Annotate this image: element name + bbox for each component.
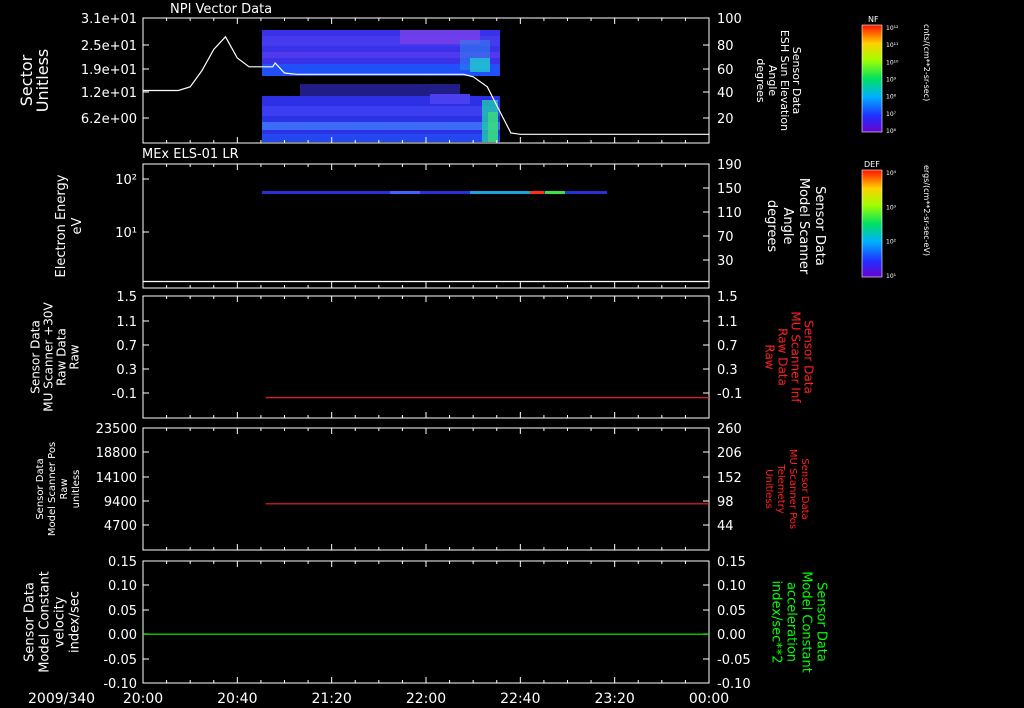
panel-2-title: MEx ELS-01 LR xyxy=(142,147,239,162)
panel-3-right-axis-label: Sensor DataMU Scanner InfRaw DataRaw xyxy=(763,311,816,403)
panel-5-right-tick-label: 0.00 xyxy=(717,628,746,643)
time-tick-label: 21:20 xyxy=(311,691,351,707)
panel-3-frame xyxy=(142,295,710,419)
panel-4-right-tick-label: 98 xyxy=(717,495,734,510)
panel-2-spectrogram xyxy=(262,191,607,194)
date-label: 2009/340 xyxy=(28,691,95,707)
panel-4-left-axis-label: Sensor DataModel Scanner PosRawunitless xyxy=(35,442,82,536)
colorbar-def-unit-label: ergs/(cm**2-sr-sec-eV) xyxy=(922,165,931,256)
time-tick-label: 00:00 xyxy=(689,691,729,707)
panel-5-frame xyxy=(142,560,710,684)
panel-5-left-axis-label: Sensor DataModel Constantvelocityindex/s… xyxy=(23,571,83,673)
panel-3-left-axis-label: Sensor DataMU Scanner +30VRaw DataRaw xyxy=(29,302,82,412)
panel-4-left-tick-label: 14100 xyxy=(96,471,137,486)
panel-3-right-tick-label: 1.1 xyxy=(717,315,738,330)
colorbar-nf-gradient xyxy=(861,24,883,133)
panel-1-right-tick-label: 40 xyxy=(717,86,734,101)
panel-5-right-axis-label: Sensor DataModel Constantaccelerationind… xyxy=(769,571,829,673)
time-tick-label: 22:40 xyxy=(500,691,540,707)
colorbar-nf-title: NF xyxy=(868,15,879,24)
panel-3-left-tick-label: 0.7 xyxy=(116,339,137,354)
panel-5-right-tick-label: 0.15 xyxy=(717,555,746,570)
panel-3-right-tick-label: 0.3 xyxy=(717,363,738,378)
panel-3-left-tick-label: 1.1 xyxy=(116,315,137,330)
panel-5-left-tick-label: 0.00 xyxy=(108,628,137,643)
time-tick-label: 20:40 xyxy=(217,691,257,707)
colorbar-tick-label: 10³ xyxy=(886,204,897,211)
panel-3-left-tick-label: -0.1 xyxy=(112,387,137,402)
panel-5-right-tick-label: -0.10 xyxy=(717,677,751,692)
time-tick-label: 22:00 xyxy=(406,691,446,707)
panel-4-frame xyxy=(142,427,710,551)
panel-2-left-tick-label: 10² xyxy=(115,173,137,188)
panel-2-left-axis-label: Electron EnergyeV xyxy=(54,174,85,277)
panel-5-right-tick-label: 0.10 xyxy=(717,579,746,594)
panel-5-right-tick-label: 0.05 xyxy=(717,604,746,619)
colorbar-tick-label: 10¹² xyxy=(886,25,899,32)
panel-5-right-tick-label: -0.05 xyxy=(717,653,751,668)
time-tick-label: 20:00 xyxy=(123,691,163,707)
panel-4-left-tick-label: 18800 xyxy=(96,446,137,461)
panel-1-right-tick-label: 100 xyxy=(717,12,742,27)
panel-2-right-tick-label: 30 xyxy=(717,254,734,269)
panel-1-right-tick-label: 80 xyxy=(717,39,734,54)
colorbar-tick-label: 10⁶ xyxy=(886,128,897,135)
colorbar-tick-label: 10⁹ xyxy=(886,77,897,84)
colorbar-tick-label: 10⁸ xyxy=(886,94,897,101)
colorbar-def-title: DEF xyxy=(864,160,880,169)
panel-2-right-tick-label: 150 xyxy=(717,182,742,197)
panel-4-right-tick-label: 260 xyxy=(717,422,742,437)
colorbar-tick-label: 10⁷ xyxy=(886,111,897,118)
panel-1-right-axis-label: Sensor DataESH Sun ElevationAngledegrees xyxy=(754,30,803,131)
panel-5-left-tick-label: 0.05 xyxy=(108,604,137,619)
colorbar-tick-label: 10⁴ xyxy=(886,170,897,177)
panel-5-left-tick-label: -0.05 xyxy=(103,653,137,668)
panel-2-left-tick-label: 10¹ xyxy=(115,226,137,241)
panel-2-frame xyxy=(142,163,710,289)
panel-1-title: NPI Vector Data xyxy=(170,2,272,17)
panel-4-left-tick-label: 9400 xyxy=(104,495,137,510)
panel-3-left-tick-label: 0.3 xyxy=(116,363,137,378)
panel-1-left-tick-label: 3.1e+01 xyxy=(81,12,137,27)
panel-3: 1.5 1.1 0.7 0.3 -0.1 1.5 1.1 0.7 0.3 -0.1 Sensor D… xyxy=(29,290,816,419)
panel-1-left-tick-label: 1.9e+01 xyxy=(81,63,137,78)
panel-1-heatmap xyxy=(262,30,500,142)
panel-4-left-tick-label: 23500 xyxy=(96,422,137,437)
time-tick-label: 23:20 xyxy=(594,691,634,707)
panel-3-left-tick-label: 1.5 xyxy=(116,290,137,305)
panel-2-right-tick-label: 110 xyxy=(717,206,742,221)
colorbar-tick-label: 10² xyxy=(886,239,897,246)
panel-4: 23500 18800 14100 9400 4700 260 206 152 98 44 Sens… xyxy=(35,422,810,551)
colorbar-nf-unit-label: cnts/(cm**2-sr-sec) xyxy=(922,24,931,101)
panel-5-left-tick-label: 0.15 xyxy=(108,555,137,570)
panel-1-right-tick-label: 20 xyxy=(717,112,734,127)
panel-1-left-tick-label: 2.5e+01 xyxy=(81,39,137,54)
panel-4-right-axis-label: Sensor DataMU Scanner PosTelemetryUnitle… xyxy=(763,449,810,529)
panel-2-right-tick-label: 70 xyxy=(717,230,734,245)
panel-1-left-tick-label: 6.2e+00 xyxy=(81,112,137,127)
panel-3-right-tick-label: 0.7 xyxy=(717,339,738,354)
panel-5-left-tick-label: -0.10 xyxy=(103,677,137,692)
colorbar-tick-label: 10¹⁰ xyxy=(886,59,899,66)
colorbar-tick-label: 10¹ xyxy=(886,273,897,280)
panel-1-left-axis-label: SectorUnitless xyxy=(17,49,52,113)
plot-canvas: NPI Vector Data MEx ELS-01 LR 3.1e+01 2.5… xyxy=(17,2,931,707)
panel-4-right-tick-label: 206 xyxy=(717,446,742,461)
panel-4-right-tick-label: 152 xyxy=(717,471,742,486)
panel-4-right-tick-label: 44 xyxy=(717,519,734,534)
panel-3-right-tick-label: 1.5 xyxy=(717,290,738,305)
panel-2: 10² 10¹ 190 150 110 70 30 Electron EnergyeV Sens… xyxy=(54,158,827,289)
panel-3-right-tick-label: -0.1 xyxy=(717,387,742,402)
panel-2-right-axis-label: Sensor DataModel ScannerAngledegrees xyxy=(764,178,827,275)
panel-2-right-tick-label: 190 xyxy=(717,158,742,173)
panel-1-left-tick-label: 1.2e+01 xyxy=(81,86,137,101)
panel-1-right-tick-label: 60 xyxy=(717,63,734,78)
colorbar-tick-label: 10¹¹ xyxy=(886,42,899,49)
panel-5-left-tick-label: 0.10 xyxy=(108,579,137,594)
colorbar-def: DEF 10⁴ 10³ 10² 10¹ ergs/(cm**2-sr-sec-eV) xyxy=(861,160,931,280)
colorbar-def-gradient xyxy=(861,169,883,278)
colorbar-nf: NF 10¹² 10¹¹ 10¹⁰ 10⁹ 10⁸ 10⁷ 10⁶ cnts/(cm**2-… xyxy=(861,15,931,135)
panel-4-left-tick-label: 4700 xyxy=(104,519,137,534)
panel-5: 0.15 0.10 0.05 0.00 -0.05 -0.10 0.15 0.10 0.05 0.… xyxy=(23,555,829,692)
